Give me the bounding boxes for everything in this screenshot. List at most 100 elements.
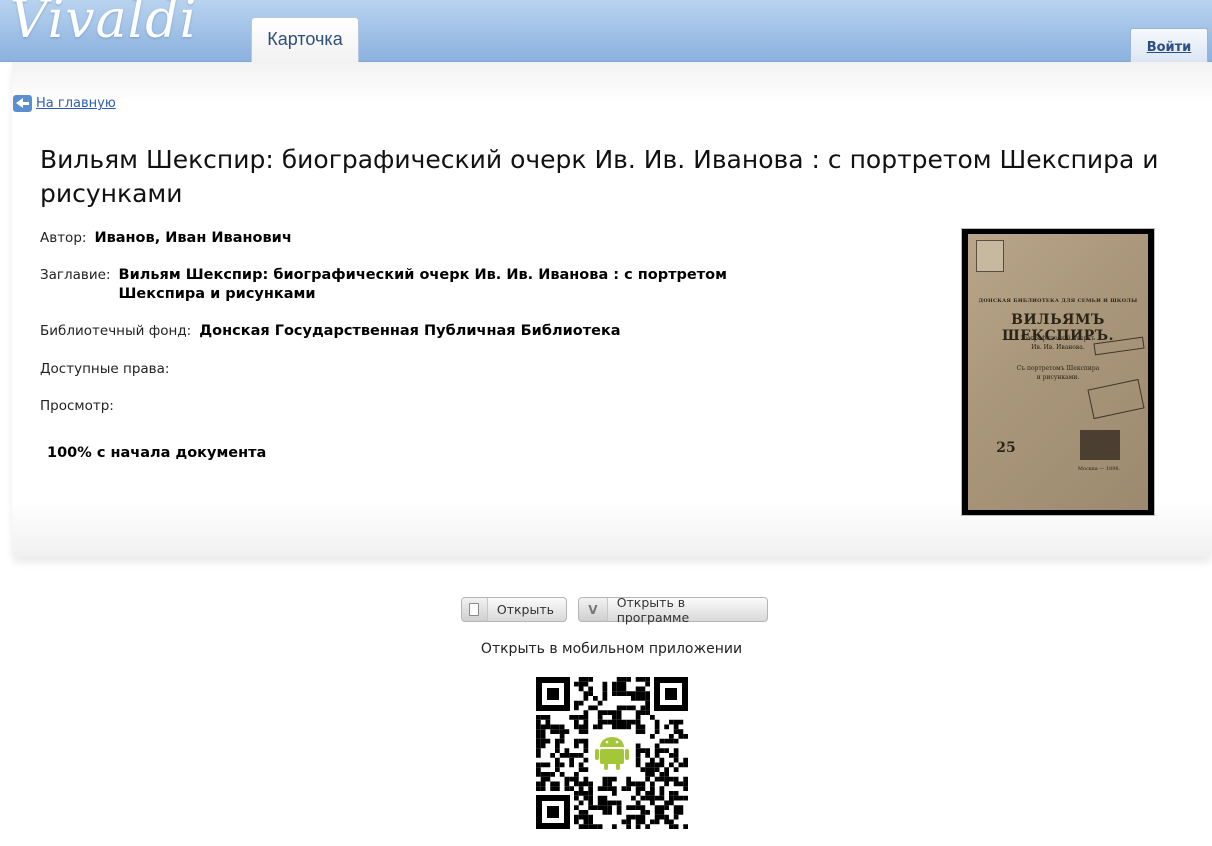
qr-module [536,715,541,720]
qr-module [545,715,551,720]
qr-module [583,743,589,749]
qr-module [635,710,641,715]
qr-module [602,800,608,806]
qr-module [583,795,589,801]
qr-module [574,805,579,810]
qr-module [583,715,589,720]
qr-module [654,810,660,815]
rights-label: Доступные права: [40,361,170,377]
qr-module [640,729,646,734]
qr-module [612,724,617,730]
qr-module [559,738,565,744]
qr-module [631,805,636,810]
qr-module [640,786,646,791]
cover-portrait-1: Съ портретомъ Шекспира [1016,365,1100,372]
qr-module [669,776,674,782]
qr-module [569,757,574,763]
qr-module [588,819,593,825]
qr-module [626,786,631,791]
qr-module [635,819,641,825]
qr-module [536,729,541,734]
qr-module [631,781,636,787]
qr-module [612,686,617,692]
qr-module [640,819,646,825]
qr-module [650,781,655,787]
fund-label: Библиотечный фонд: [40,323,192,339]
qr-module [640,748,646,753]
qr-module [654,724,660,730]
qr-module [602,810,608,815]
qr-module [588,677,593,682]
qr-module [555,781,560,787]
qr-module [536,753,541,758]
qr-module [659,762,665,768]
qr-module [578,729,584,734]
qr-module [635,729,641,734]
qr-module [640,691,646,696]
qr-module [583,757,589,763]
qr-module [540,729,546,734]
qr-module [645,691,650,696]
qr-module [574,814,579,820]
field-fund: Библиотечный фонд: Донская Государственн… [40,322,621,341]
qr-module [678,795,684,801]
qr-module [540,734,546,739]
qr-module [640,724,646,730]
qr-module [664,772,669,777]
back-arrow-icon[interactable] [13,95,32,112]
cover-shelf-number: 25 [996,440,1016,456]
qr-module [664,724,669,730]
qr-module [583,691,589,696]
qr-module [602,781,608,787]
qr-module [659,791,665,796]
qr-module [640,696,646,701]
back-to-home[interactable]: На главную [13,95,116,112]
open-in-app-button[interactable]: V Открыть в программе [578,595,768,625]
qr-module [673,795,679,801]
qr-module [683,786,688,791]
qr-module [654,729,660,734]
qr-module [635,824,641,829]
qr-module [678,719,684,725]
qr-module [578,686,584,692]
qr-module [626,719,631,725]
qr-module [664,738,669,744]
qr-module [669,762,674,768]
qr-module [645,776,650,782]
qr-module [654,762,660,768]
qr-module [578,800,584,806]
qr-module [635,748,641,753]
tab-card[interactable]: Карточка [251,17,359,64]
qr-module [673,729,679,734]
qr-module [640,814,646,820]
qr-module [540,776,546,782]
qr-module [664,819,669,825]
qr-module [673,776,679,782]
book-cover-image[interactable]: ДОНСКАЯ БИБЛИОТЕКА ДЛЯ СЕМЬИ И ШКОЛЫ ВИЛ… [961,228,1155,516]
qr-module [536,724,541,730]
qr-module [645,696,650,701]
back-link[interactable]: На главную [36,96,116,111]
qr-module [616,691,622,696]
cover-subtitle-2: Ив. Ив. Иванова. [1031,344,1085,351]
qr-module [635,791,641,796]
qr-module [659,814,665,820]
open-button[interactable]: Открыть [461,597,567,622]
qr-module [673,719,679,725]
qr-module [621,719,627,725]
vivaldi-logo[interactable]: Vivaldi [10,0,197,50]
qr-module [597,805,603,810]
qr-module [545,776,551,782]
qr-module [631,814,636,820]
qr-code[interactable] [536,677,688,829]
login-button[interactable]: Войти [1130,28,1208,62]
qr-module [569,753,574,758]
cover-illustration [1080,430,1120,460]
qr-module [559,729,565,734]
qr-module [555,767,560,772]
qr-module [574,781,579,787]
qr-module [540,724,546,730]
qr-module [612,719,617,725]
field-title: Заглавие: Вильям Шекспир: биографический… [40,266,769,304]
qr-module [626,805,631,810]
